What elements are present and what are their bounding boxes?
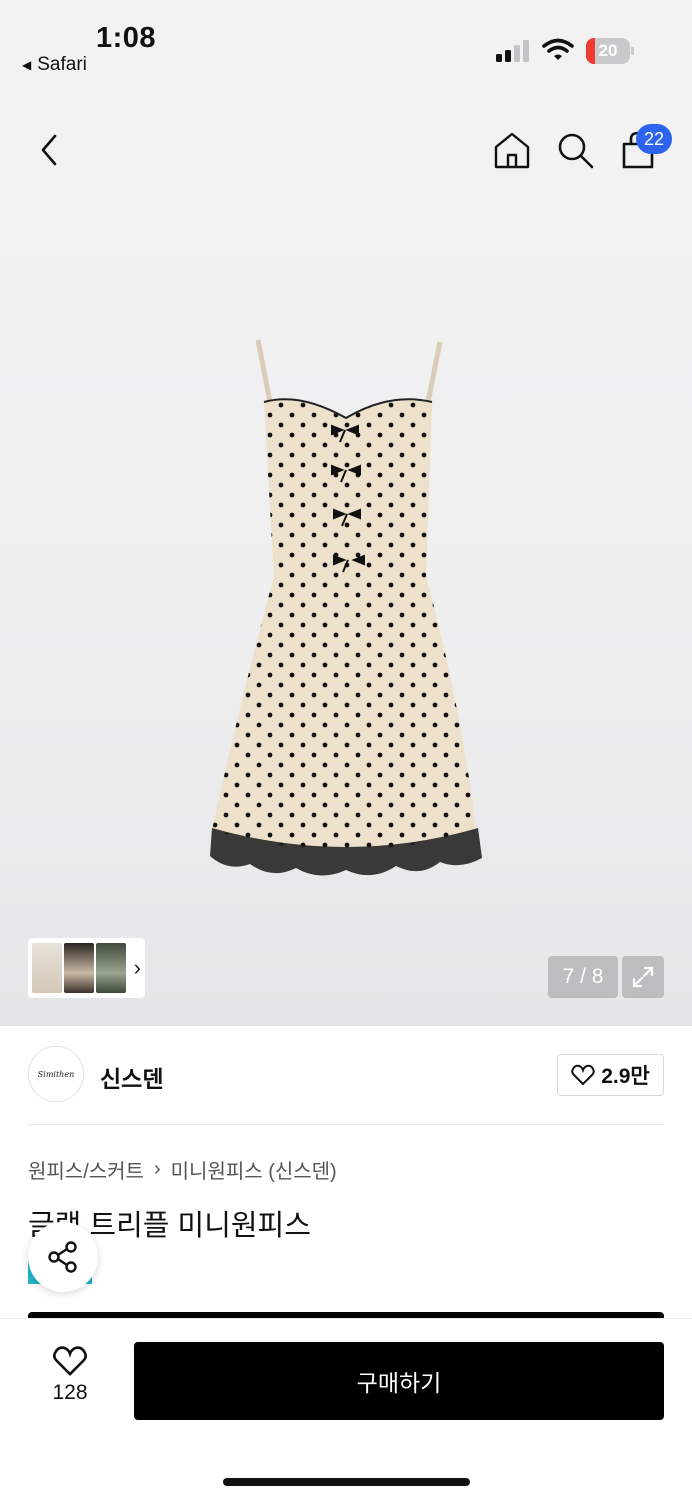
image-page-counter: 7 / 8 bbox=[548, 956, 618, 998]
back-chevron-icon bbox=[41, 134, 57, 166]
thumbnail-2[interactable] bbox=[63, 943, 94, 993]
buy-button[interactable]: 구매하기 bbox=[134, 1342, 664, 1420]
thumbnail-strip[interactable]: › bbox=[28, 938, 145, 998]
home-icon bbox=[494, 132, 530, 169]
search-icon bbox=[558, 133, 594, 169]
wishlist-count: 128 bbox=[52, 1381, 88, 1404]
brand-like-button[interactable]: 2.9만 bbox=[557, 1054, 664, 1096]
status-bar: 1:08 ◀ Safari 20 bbox=[0, 0, 692, 90]
chevron-right-icon[interactable]: › bbox=[134, 955, 141, 981]
product-image[interactable] bbox=[200, 330, 492, 890]
expand-button[interactable] bbox=[622, 956, 664, 998]
battery-percent: 20 bbox=[598, 41, 618, 60]
share-button[interactable] bbox=[28, 1222, 98, 1292]
breadcrumb-chevron-icon: › bbox=[153, 1158, 161, 1180]
status-time: 1:08 bbox=[96, 22, 157, 54]
back-triangle-icon: ◀ bbox=[22, 58, 32, 72]
back-to-app[interactable]: ◀ Safari bbox=[22, 54, 87, 76]
home-button[interactable] bbox=[490, 128, 534, 172]
brand-name[interactable]: 신스덴 bbox=[100, 1060, 163, 1094]
search-button[interactable] bbox=[553, 128, 597, 172]
brand-like-count: 2.9만 bbox=[601, 1065, 650, 1088]
heart-icon bbox=[571, 1064, 596, 1086]
divider bbox=[28, 1124, 664, 1125]
back-button[interactable] bbox=[28, 128, 72, 172]
breadcrumb-subcategory[interactable]: 미니원피스 (신스덴) bbox=[171, 1155, 337, 1184]
cart-count-badge: 22 bbox=[636, 124, 672, 154]
signal-icon bbox=[496, 40, 529, 62]
battery-icon: 20 bbox=[586, 38, 634, 64]
wifi-icon bbox=[542, 38, 574, 60]
bottom-bar: 128 구매하기 bbox=[0, 1318, 692, 1500]
breadcrumb-category[interactable]: 원피스/스커트 bbox=[28, 1155, 144, 1184]
thumbnail-3[interactable] bbox=[95, 943, 126, 993]
brand-logo[interactable]: Simithen bbox=[28, 1046, 84, 1102]
brand-row[interactable]: Simithen 신스덴 2.9만 bbox=[0, 1026, 692, 1126]
top-nav bbox=[0, 110, 692, 190]
heart-icon bbox=[52, 1346, 88, 1376]
breadcrumb: 원피스/스커트 › 미니원피스 (신스덴) bbox=[28, 1155, 337, 1184]
home-indicator bbox=[223, 1478, 470, 1486]
thumbnail-1[interactable] bbox=[32, 943, 62, 993]
expand-icon bbox=[632, 966, 654, 988]
share-icon bbox=[48, 1241, 77, 1273]
back-app-label: Safari bbox=[37, 54, 87, 75]
wishlist-button[interactable]: 128 bbox=[30, 1345, 110, 1425]
